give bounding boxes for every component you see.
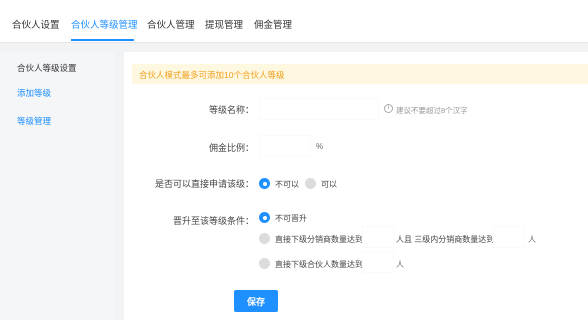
upgrade-condition-label: 晋升至该等级条件：: [172, 216, 254, 226]
upgrade-none-text: 不可晋升: [275, 214, 307, 223]
commission-input[interactable]: [259, 135, 311, 157]
level-name-hint: 建议不要超过8个汉字: [396, 106, 468, 115]
active-tab-indicator: [71, 39, 134, 41]
tab-partner-management[interactable]: 合伙人管理: [147, 17, 195, 31]
tab-partner-settings[interactable]: 合伙人设置: [12, 17, 60, 31]
tab-partner-level-management[interactable]: 合伙人等级管理: [71, 17, 138, 31]
tab-withdrawal-management[interactable]: 提现管理: [205, 17, 243, 31]
commission-unit: %: [316, 142, 324, 151]
upgrade-level3-text: 人且 三级内分销商数量达到: [396, 235, 495, 244]
direct-distributor-count-input[interactable]: [362, 226, 394, 248]
commission-label: 佣金比例：: [208, 143, 254, 153]
direct-apply-yes-radio[interactable]: [305, 178, 316, 189]
upgrade-direct-partner-text: 直接下级合伙人数量达到: [275, 260, 363, 269]
direct-apply-yes-text: 可以: [321, 180, 337, 189]
sidebar: 合伙人等级设置 添加等级 等级管理: [0, 52, 114, 320]
direct-apply-no-radio[interactable]: [259, 178, 270, 189]
sidebar-item-add-level[interactable]: 添加等级: [17, 87, 51, 99]
level3-unit: 人: [528, 235, 536, 244]
level-name-input[interactable]: [259, 98, 379, 120]
info-icon: i: [384, 104, 393, 113]
sidebar-item-level-management[interactable]: 等级管理: [17, 115, 51, 127]
direct-partner-unit: 人: [396, 260, 404, 269]
notice-banner: 合伙人模式最多可添加10个合伙人等级: [132, 64, 588, 84]
top-tab-bar: 合伙人设置 合伙人等级管理 合伙人管理 提现管理 佣金管理: [0, 0, 588, 43]
main-panel: 合伙人模式最多可添加10个合伙人等级 等级名称： i 建议不要超过8个汉字 佣金…: [124, 52, 588, 320]
upgrade-direct-distributor-text: 直接下级分销商数量达到: [275, 235, 363, 244]
notice-text: 合伙人模式最多可添加10个合伙人等级: [139, 70, 285, 80]
upgrade-none-radio[interactable]: [259, 212, 270, 223]
upgrade-direct-partner-radio[interactable]: [259, 258, 270, 269]
direct-apply-no-text: 不可以: [275, 180, 299, 189]
direct-apply-label: 是否可以直接申请该级：: [154, 179, 254, 189]
level3-distributor-count-input[interactable]: [493, 226, 525, 248]
upgrade-direct-distributor-radio[interactable]: [259, 233, 270, 244]
direct-partner-count-input[interactable]: [362, 251, 394, 273]
level-name-label: 等级名称：: [208, 105, 254, 115]
sidebar-title: 合伙人等级设置: [17, 63, 77, 73]
tab-commission-management[interactable]: 佣金管理: [254, 17, 292, 31]
save-button[interactable]: 保存: [234, 290, 278, 312]
